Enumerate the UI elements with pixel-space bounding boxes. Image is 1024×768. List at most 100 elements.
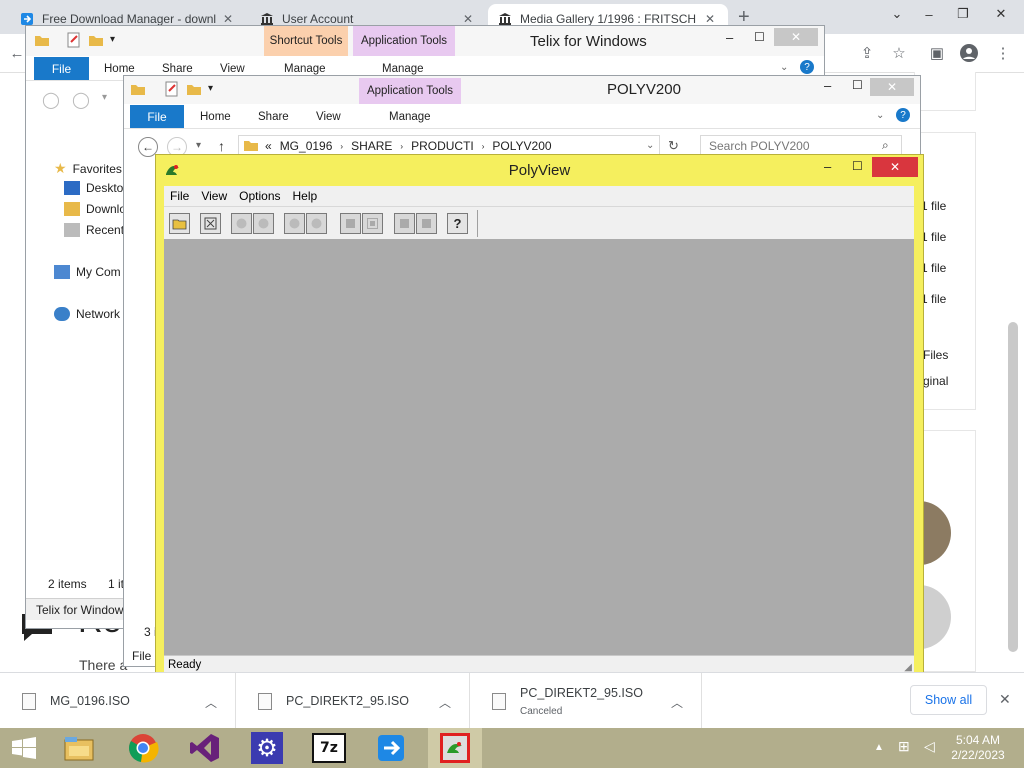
ribbon-manage-tab[interactable]: Manage — [382, 63, 424, 75]
close-button[interactable]: ✕ — [984, 0, 1018, 28]
chevron-up-icon[interactable]: ︿ — [671, 694, 683, 711]
quick-access-dropdown-icon[interactable]: ▾ — [110, 34, 115, 45]
ribbon-view-tab[interactable]: View — [316, 111, 341, 123]
breadcrumb-segment[interactable]: MG_0196 — [280, 139, 333, 153]
new-folder-icon[interactable] — [88, 32, 104, 51]
print-icon[interactable] — [394, 213, 415, 234]
network-icon[interactable]: ⊞ — [898, 738, 910, 755]
page-scrollbar[interactable] — [1008, 322, 1018, 652]
close-button[interactable]: ✕ — [774, 28, 818, 46]
help-question-icon[interactable]: ? — [447, 213, 468, 234]
properties-icon[interactable] — [66, 32, 82, 51]
7zip-icon[interactable]: 7z — [306, 728, 352, 768]
download-item[interactable]: PC_DIREKT2_95.ISO ︿ — [236, 673, 470, 729]
chrome-icon[interactable] — [120, 728, 166, 768]
bookmark-star-icon[interactable]: ☆ — [888, 42, 910, 64]
help-icon[interactable]: ? — [800, 60, 814, 74]
ribbon-share-tab[interactable]: Share — [162, 63, 193, 75]
fit-view-icon[interactable] — [200, 213, 221, 234]
properties-icon[interactable] — [164, 81, 180, 100]
ribbon-expand-icon[interactable]: ⌄ — [780, 62, 788, 73]
ribbon-manage-tab[interactable]: Manage — [284, 63, 326, 75]
forward-button[interactable]: → — [167, 137, 187, 157]
recent-locations-icon[interactable]: ▾ — [102, 92, 107, 103]
search-input[interactable]: Search POLYV200 — [700, 135, 902, 157]
nav-downloads[interactable]: Downlo — [64, 202, 126, 216]
menu-file[interactable]: File — [170, 189, 189, 203]
refresh-icon[interactable]: ↻ — [668, 138, 679, 154]
close-button[interactable]: ✕ — [872, 157, 918, 177]
address-dropdown-icon[interactable]: ⌄ — [646, 140, 654, 151]
stop-icon[interactable] — [340, 213, 361, 234]
breadcrumb-segment[interactable]: PRODUCTI — [411, 139, 474, 153]
address-bar[interactable]: « MG_0196 › SHARE › PRODUCTI › POLYV200 — [238, 135, 660, 157]
more-menu-icon[interactable]: ⋮ — [992, 42, 1014, 64]
ribbon-home-tab[interactable]: Home — [200, 111, 231, 123]
volume-icon[interactable]: ◁ — [924, 738, 935, 755]
nav-my-computer[interactable]: My Com — [54, 265, 121, 279]
up-arrow-icon[interactable]: ↑ — [218, 138, 225, 154]
clock[interactable]: 5:04 AM 2/22/2023 — [946, 733, 1010, 763]
ribbon-file-tab[interactable]: File — [34, 57, 89, 80]
next-icon[interactable] — [306, 213, 327, 234]
maximize-button[interactable]: ☐ — [852, 78, 863, 92]
search-icon[interactable]: ⌕ — [882, 138, 889, 153]
nav-recent[interactable]: Recent — [64, 223, 124, 237]
ribbon-manage-tab[interactable]: Manage — [389, 111, 431, 123]
image-canvas[interactable] — [164, 239, 914, 655]
nav-network[interactable]: Network — [54, 307, 120, 321]
fdm-icon[interactable] — [368, 728, 414, 768]
breadcrumb-segment[interactable]: SHARE — [351, 139, 392, 153]
quick-access-dropdown-icon[interactable]: ▾ — [208, 83, 213, 94]
settings-gear-icon[interactable]: ⚙ — [244, 728, 290, 768]
recent-locations-icon[interactable]: ▾ — [196, 140, 201, 151]
minimize-button[interactable]: – — [726, 30, 733, 45]
file-explorer-icon[interactable] — [56, 728, 102, 768]
minimize-button[interactable]: – — [912, 0, 946, 28]
maximize-button[interactable]: ☐ — [754, 30, 765, 44]
back-icon[interactable]: ◯ — [42, 90, 60, 110]
maximize-button[interactable]: ☐ — [852, 159, 863, 173]
download-item[interactable]: MG_0196.ISO ︿ — [0, 673, 236, 729]
restore-button[interactable]: ❐ — [946, 0, 980, 28]
profile-icon[interactable] — [958, 42, 980, 64]
close-button[interactable]: ✕ — [870, 78, 914, 96]
close-download-bar-icon[interactable]: ✕ — [999, 691, 1011, 708]
ribbon-expand-icon[interactable]: ⌄ — [876, 110, 884, 121]
zoom-in-icon[interactable] — [231, 213, 252, 234]
chevron-right-icon[interactable]: › — [482, 142, 485, 151]
previous-icon[interactable] — [284, 213, 305, 234]
new-folder-icon[interactable] — [186, 81, 202, 100]
chevron-up-icon[interactable]: ︿ — [439, 694, 451, 711]
menu-options[interactable]: Options — [239, 189, 280, 203]
chevron-right-icon[interactable]: › — [340, 142, 343, 151]
close-icon[interactable]: ✕ — [460, 12, 476, 26]
show-all-button[interactable]: Show all — [910, 685, 987, 715]
close-icon[interactable]: ✕ — [702, 12, 718, 26]
zoom-out-icon[interactable] — [253, 213, 274, 234]
visual-studio-icon[interactable] — [182, 728, 228, 768]
nav-favorites[interactable]: ★ Favorites — [54, 160, 122, 177]
ribbon-file-tab[interactable]: File — [130, 105, 184, 128]
ribbon-view-tab[interactable]: View — [220, 63, 245, 75]
back-icon[interactable]: ← — [6, 42, 28, 64]
back-button[interactable]: ← — [138, 137, 158, 157]
windows-start-icon[interactable] — [0, 728, 48, 768]
chevron-down-icon[interactable]: ⌄ — [880, 0, 914, 28]
close-icon[interactable]: ✕ — [220, 12, 236, 26]
help-icon[interactable]: ? — [896, 108, 910, 122]
tray-overflow-icon[interactable]: ▲ — [874, 742, 884, 753]
chevron-up-icon[interactable]: ︿ — [205, 694, 217, 711]
polyview-icon[interactable] — [428, 728, 482, 768]
menu-help[interactable]: Help — [293, 189, 318, 203]
ribbon-share-tab[interactable]: Share — [258, 111, 289, 123]
frame-icon[interactable] — [362, 213, 383, 234]
minimize-button[interactable]: – — [824, 159, 831, 174]
copy-icon[interactable] — [416, 213, 437, 234]
ribbon-home-tab[interactable]: Home — [104, 63, 135, 75]
download-item[interactable]: PC_DIREKT2_95.ISO Canceled ︿ — [470, 673, 702, 729]
menu-view[interactable]: View — [201, 189, 227, 203]
nav-desktop[interactable]: Deskto — [64, 181, 123, 195]
open-folder-icon[interactable] — [169, 213, 190, 234]
side-panel-icon[interactable]: ▣ — [926, 42, 948, 64]
